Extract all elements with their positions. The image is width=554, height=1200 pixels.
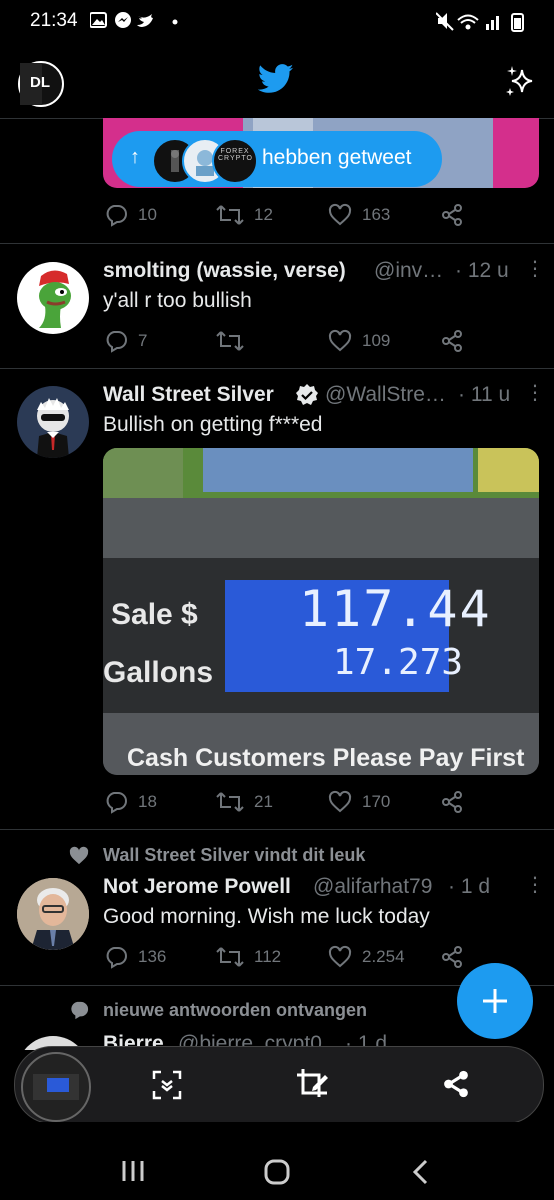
retweet-icon: [216, 792, 244, 812]
tweet-author-handle: @alifarhat79: [313, 875, 433, 898]
recent-apps-icon[interactable]: [120, 1158, 146, 1184]
pump-gallons-value: 17.273: [333, 642, 464, 683]
like-count: 2.254: [362, 947, 405, 966]
reply-button[interactable]: 7: [104, 329, 147, 353]
retweet-icon: [216, 331, 244, 351]
pump-gallons-label: Gallons: [103, 656, 214, 689]
status-time: 21:34: [30, 10, 78, 31]
divider: [0, 243, 554, 244]
compose-plus-icon: [483, 989, 507, 1013]
tweet-author-handle: @WallStre…: [325, 383, 446, 406]
tweet-author-handle: @inv…: [374, 259, 444, 282]
like-button[interactable]: 163: [328, 203, 390, 227]
share-icon[interactable]: [440, 790, 464, 814]
retweet-count: 21: [254, 792, 273, 811]
share-icon[interactable]: [440, 945, 464, 969]
reply-bubble-icon: [71, 1001, 89, 1020]
pill-avatar-3-text: FOREX CRYPTO: [218, 148, 253, 162]
tweet-text: y'all r too bullish: [103, 289, 252, 312]
heart-filled-icon: [69, 846, 89, 865]
retweet-button[interactable]: 112: [216, 945, 281, 969]
heart-icon: [328, 790, 352, 813]
tweet-author-name[interactable]: Wall Street Silver: [103, 383, 274, 407]
reply-icon: [106, 792, 127, 814]
tweet-author-name[interactable]: smolting (wassie, verse): [103, 259, 346, 283]
tweet-avatar[interactable]: [17, 262, 89, 334]
pump-sale-label: Sale $: [111, 598, 198, 631]
reply-button[interactable]: 18: [104, 790, 157, 814]
reply-button[interactable]: 10: [104, 203, 157, 227]
retweet-icon: [216, 205, 244, 225]
system-navigation-bar: [0, 1122, 554, 1200]
reply-count: 18: [138, 792, 157, 811]
tweet-time: · 12 u: [455, 259, 509, 282]
like-count: 170: [362, 792, 391, 811]
arrow-up-icon: ↑: [130, 146, 140, 168]
like-button[interactable]: 170: [328, 790, 390, 814]
pill-avatar-3: FOREX CRYPTO: [212, 138, 258, 184]
signal-icon: [486, 24, 489, 30]
retweet-button[interactable]: 12: [216, 203, 273, 227]
top-app-bar: DL: [0, 44, 554, 119]
tweet-time: · 11 u: [458, 383, 511, 406]
profile-avatar-button[interactable]: DL: [18, 61, 64, 107]
twitter-bird-icon[interactable]: [258, 64, 294, 94]
share-icon[interactable]: [441, 1069, 471, 1099]
scroll-capture-icon[interactable]: [151, 1069, 183, 1101]
tweet-author-name[interactable]: Not Jerome Powell: [103, 875, 291, 899]
crop-edit-icon[interactable]: [295, 1067, 331, 1103]
back-icon[interactable]: [408, 1158, 434, 1186]
pump-sale-value: 117.44: [299, 580, 492, 638]
reply-button[interactable]: 136: [104, 945, 166, 969]
reply-icon: [106, 947, 127, 969]
pump-display: 117.44 17.273: [225, 580, 490, 692]
verified-badge-icon: [296, 384, 318, 405]
system-status-icons: [436, 12, 524, 32]
pump-footer-text: Cash Customers Please Pay First: [127, 744, 525, 772]
notification-icons: [90, 12, 178, 28]
divider: [0, 368, 554, 369]
divider: [0, 829, 554, 830]
reply-count: 7: [138, 331, 148, 350]
tweet-avatar[interactable]: [17, 878, 89, 950]
social-context-text[interactable]: nieuwe antwoorden ontvangen: [103, 1000, 367, 1021]
tweet-text: Good morning. Wish me luck today: [103, 905, 430, 928]
new-tweets-pill[interactable]: ↑ FOREX CRYPTO hebben getweet: [112, 131, 442, 187]
retweet-button[interactable]: [216, 329, 244, 353]
retweet-icon: [216, 947, 244, 967]
like-count: 163: [362, 205, 391, 224]
heart-icon: [328, 203, 352, 226]
retweet-count: 112: [254, 947, 282, 966]
like-button[interactable]: 2.254: [328, 945, 405, 969]
compose-tweet-button[interactable]: [457, 963, 533, 1039]
social-context-text[interactable]: Wall Street Silver vindt dit leuk: [103, 845, 365, 866]
heart-icon: [328, 945, 352, 968]
tweet-more-icon[interactable]: ⋮: [525, 380, 545, 405]
tweet-time: · 1 d: [448, 875, 491, 898]
tweet-more-icon[interactable]: ⋮: [525, 256, 545, 281]
reply-count: 10: [138, 205, 157, 224]
retweet-button[interactable]: 21: [216, 790, 273, 814]
retweet-count: 12: [254, 205, 273, 224]
like-button[interactable]: 109: [328, 329, 390, 353]
tweet-more-icon[interactable]: ⋮: [525, 872, 545, 897]
tweet-avatar[interactable]: [17, 386, 89, 458]
share-icon[interactable]: [440, 203, 464, 227]
reply-count: 136: [138, 947, 167, 966]
reply-icon: [106, 331, 127, 353]
heart-icon: [328, 329, 352, 352]
tweet-media-image[interactable]: Sale $ Gallons 117.44 17.273 Cash Custom…: [103, 448, 539, 775]
screenshot-toolbar: [14, 1046, 544, 1124]
screenshot-thumbnail[interactable]: [21, 1052, 91, 1122]
reply-icon: [106, 205, 127, 227]
status-bar: 21:34: [0, 0, 554, 44]
twitter-status-icon: [137, 14, 153, 27]
share-icon[interactable]: [440, 329, 464, 353]
new-tweets-label: hebben getweet: [262, 146, 412, 169]
sparkle-icon[interactable]: [504, 64, 538, 98]
tweet-text: Bullish on getting f***ed: [103, 413, 323, 436]
profile-logo-text: DL: [30, 74, 50, 91]
home-icon[interactable]: [263, 1158, 291, 1186]
like-count: 109: [362, 331, 391, 350]
